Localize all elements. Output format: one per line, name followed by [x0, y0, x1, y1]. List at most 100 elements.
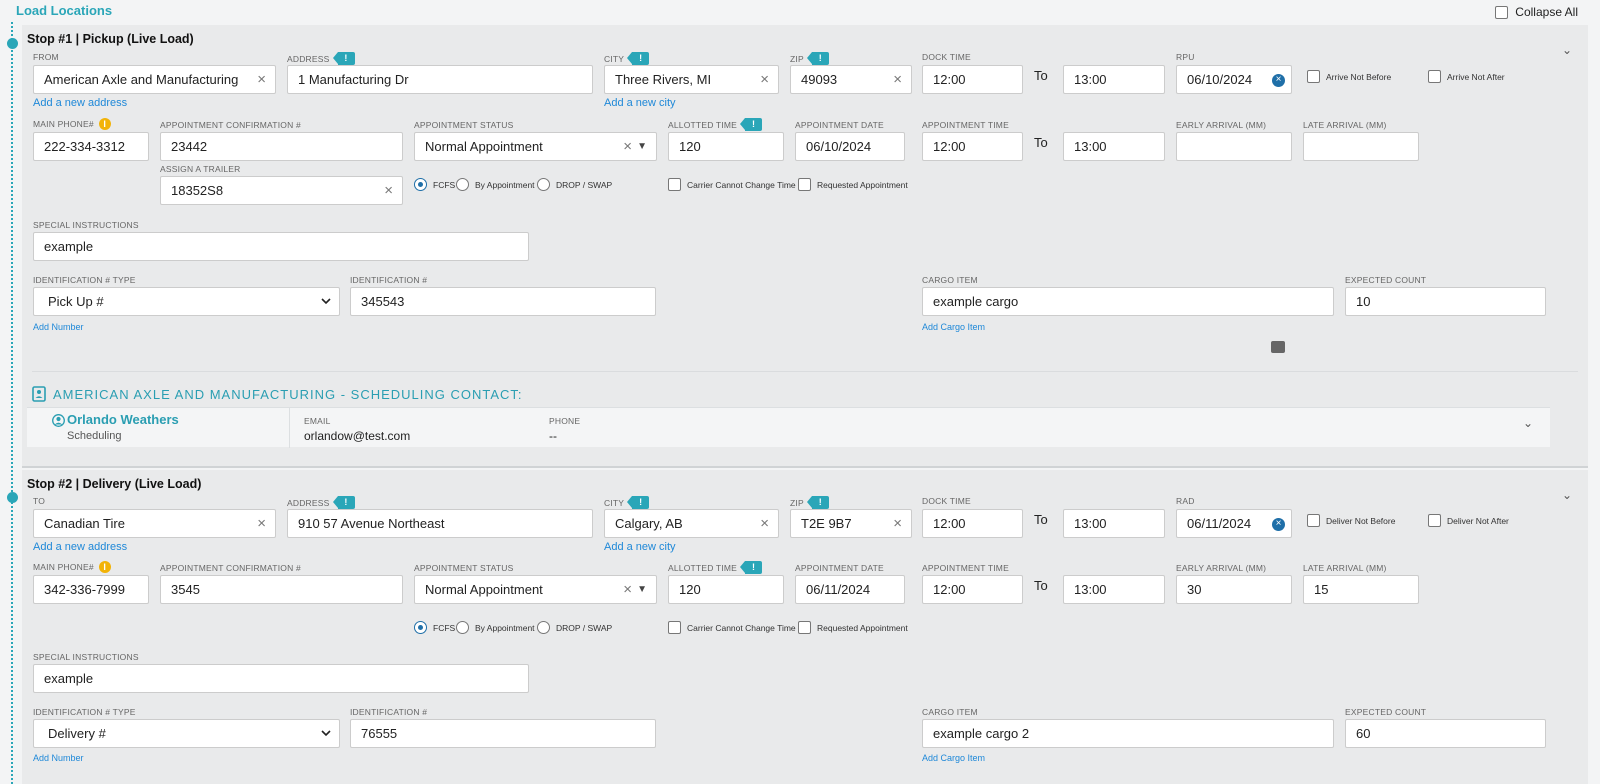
- rpu-date-clear-icon[interactable]: ×: [1272, 74, 1285, 87]
- from-input[interactable]: American Axle and Manufacturing ×: [33, 65, 276, 94]
- contact-expand-chevron-icon[interactable]: ⌄: [1523, 416, 1533, 430]
- deliver-not-after[interactable]: Deliver Not After: [1428, 514, 1509, 527]
- appt-start-input[interactable]: 12:00: [922, 132, 1023, 161]
- appt-start-input[interactable]: 12:00: [922, 575, 1023, 604]
- stop2-collapse-chevron-icon[interactable]: ⌄: [1562, 488, 1572, 502]
- appt-date-input[interactable]: 06/11/2024: [795, 575, 905, 604]
- appt-status-select[interactable]: Normal Appointment × ▼: [414, 575, 657, 604]
- deliver-not-before-checkbox[interactable]: [1307, 514, 1320, 527]
- expected-count-input[interactable]: 10: [1345, 287, 1546, 316]
- appt-status-caret-icon[interactable]: ▼: [637, 584, 647, 595]
- radio-fcfs-button[interactable]: [414, 621, 427, 634]
- add-cargo-link[interactable]: Add Cargo Item: [922, 753, 985, 763]
- dock-end-input[interactable]: 13:00: [1063, 65, 1165, 94]
- late-arrival-input[interactable]: 15: [1303, 575, 1419, 604]
- from-clear-icon[interactable]: ×: [257, 71, 266, 88]
- radio-drop-swap[interactable]: DROP / SWAP: [537, 621, 612, 634]
- address-input[interactable]: 910 57 Avenue Northeast: [287, 509, 593, 538]
- early-arrival-input[interactable]: [1176, 132, 1292, 161]
- address-input[interactable]: 1 Manufacturing Dr: [287, 65, 593, 94]
- radio-fcfs[interactable]: FCFS: [414, 621, 455, 634]
- early-arrival-input[interactable]: 30: [1176, 575, 1292, 604]
- to-input[interactable]: Canadian Tire ×: [33, 509, 276, 538]
- id-type-select[interactable]: Delivery #: [33, 719, 340, 748]
- city-input[interactable]: Three Rivers, MI ×: [604, 65, 779, 94]
- stop1-collapse-chevron-icon[interactable]: ⌄: [1562, 43, 1572, 57]
- cargo-item-input[interactable]: example cargo 2: [922, 719, 1334, 748]
- add-city-link[interactable]: Add a new city: [604, 541, 676, 553]
- special-instructions-input[interactable]: example: [33, 664, 529, 693]
- radio-drop-swap-button[interactable]: [537, 178, 550, 191]
- cargo-item-input[interactable]: example cargo: [922, 287, 1334, 316]
- arrive-not-before-checkbox[interactable]: [1307, 70, 1320, 83]
- radio-by-appointment-button[interactable]: [456, 178, 469, 191]
- add-number-link[interactable]: Add Number: [33, 322, 84, 332]
- appt-status-clear-icon[interactable]: ×: [623, 581, 632, 598]
- rad-date-input[interactable]: 06/11/2024 ×: [1176, 509, 1292, 538]
- expected-count-input[interactable]: 60: [1345, 719, 1546, 748]
- city-clear-icon[interactable]: ×: [760, 515, 769, 532]
- add-number-link[interactable]: Add Number: [33, 753, 84, 763]
- add-city-link[interactable]: Add a new city: [604, 97, 676, 109]
- arrive-not-after[interactable]: Arrive Not After: [1428, 70, 1505, 83]
- add-address-link[interactable]: Add a new address: [33, 541, 127, 553]
- appt-conf-input[interactable]: 3545: [160, 575, 403, 604]
- carrier-cannot-change-checkbox[interactable]: [668, 621, 681, 634]
- carrier-cannot-change[interactable]: Carrier Cannot Change Time: [668, 178, 796, 191]
- assign-trailer-clear-icon[interactable]: ×: [384, 182, 393, 199]
- main-phone-input[interactable]: 222-334-3312: [33, 132, 149, 161]
- id-number-input[interactable]: 76555: [350, 719, 656, 748]
- dock-end-input[interactable]: 13:00: [1063, 509, 1165, 538]
- carrier-cannot-change-checkbox[interactable]: [668, 178, 681, 191]
- id-type-chevron-icon[interactable]: [320, 726, 332, 740]
- to-clear-icon[interactable]: ×: [257, 515, 266, 532]
- special-instructions-input[interactable]: example: [33, 232, 529, 261]
- deliver-not-after-checkbox[interactable]: [1428, 514, 1441, 527]
- appt-date-input[interactable]: 06/10/2024: [795, 132, 905, 161]
- zip-input[interactable]: 49093 ×: [790, 65, 912, 94]
- appt-status-select[interactable]: Normal Appointment × ▼: [414, 132, 657, 161]
- id-type-chevron-icon[interactable]: [320, 294, 332, 308]
- appt-status-clear-icon[interactable]: ×: [623, 138, 632, 155]
- late-arrival-input[interactable]: [1303, 132, 1419, 161]
- radio-by-appointment[interactable]: By Appointment: [456, 621, 535, 634]
- rad-date-clear-icon[interactable]: ×: [1272, 518, 1285, 531]
- radio-fcfs[interactable]: FCFS: [414, 178, 455, 191]
- collapse-all-toggle[interactable]: Collapse All: [1495, 5, 1578, 19]
- radio-drop-swap-button[interactable]: [537, 621, 550, 634]
- radio-drop-swap[interactable]: DROP / SWAP: [537, 178, 612, 191]
- deliver-not-before[interactable]: Deliver Not Before: [1307, 514, 1395, 527]
- contact-name[interactable]: Orlando Weathers: [67, 412, 179, 427]
- requested-appointment[interactable]: Requested Appointment: [798, 178, 908, 191]
- assign-trailer-input[interactable]: 18352S8 ×: [160, 176, 403, 205]
- requested-appointment-checkbox[interactable]: [798, 621, 811, 634]
- radio-by-appointment[interactable]: By Appointment: [456, 178, 535, 191]
- allotted-time-input[interactable]: 120: [668, 575, 784, 604]
- zip-input[interactable]: T2E 9B7 ×: [790, 509, 912, 538]
- appt-conf-input[interactable]: 23442: [160, 132, 403, 161]
- dock-start-input[interactable]: 12:00: [922, 65, 1023, 94]
- arrive-not-before[interactable]: Arrive Not Before: [1307, 70, 1391, 83]
- appt-status-caret-icon[interactable]: ▼: [637, 141, 647, 152]
- arrive-not-after-checkbox[interactable]: [1428, 70, 1441, 83]
- radio-fcfs-button[interactable]: [414, 178, 427, 191]
- carrier-cannot-change[interactable]: Carrier Cannot Change Time: [668, 621, 796, 634]
- add-address-link[interactable]: Add a new address: [33, 97, 127, 109]
- zip-clear-icon[interactable]: ×: [893, 515, 902, 532]
- appt-end-input[interactable]: 13:00: [1063, 132, 1165, 161]
- collapse-all-checkbox[interactable]: [1495, 5, 1509, 19]
- requested-appointment[interactable]: Requested Appointment: [798, 621, 908, 634]
- zip-clear-icon[interactable]: ×: [893, 71, 902, 88]
- message-icon[interactable]: [1271, 341, 1285, 353]
- id-number-input[interactable]: 345543: [350, 287, 656, 316]
- requested-appointment-checkbox[interactable]: [798, 178, 811, 191]
- add-cargo-link[interactable]: Add Cargo Item: [922, 322, 985, 332]
- dock-start-input[interactable]: 12:00: [922, 509, 1023, 538]
- city-input[interactable]: Calgary, AB ×: [604, 509, 779, 538]
- main-phone-input[interactable]: 342-336-7999: [33, 575, 149, 604]
- rpu-date-input[interactable]: 06/10/2024 ×: [1176, 65, 1292, 94]
- appt-end-input[interactable]: 13:00: [1063, 575, 1165, 604]
- allotted-time-input[interactable]: 120: [668, 132, 784, 161]
- id-type-select[interactable]: Pick Up #: [33, 287, 340, 316]
- city-clear-icon[interactable]: ×: [760, 71, 769, 88]
